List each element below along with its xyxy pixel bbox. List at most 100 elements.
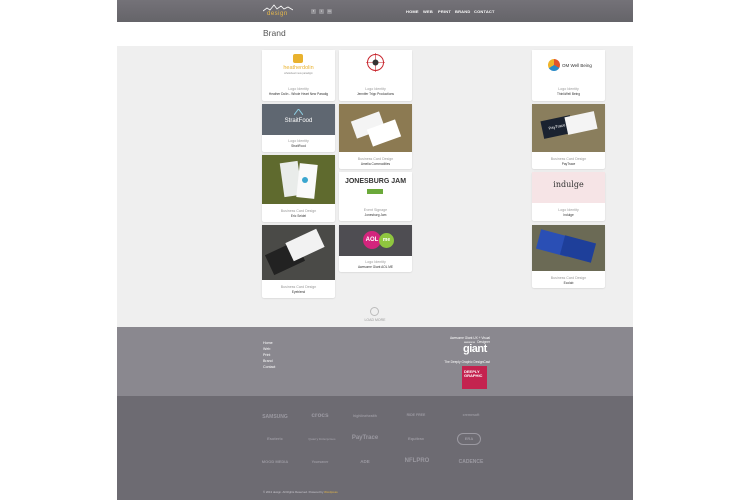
straitfood-logo-icon — [294, 109, 303, 115]
card-caption[interactable]: Event Signage — [339, 208, 412, 212]
footer-note: The Deeply Graphic DesignCast — [444, 360, 490, 364]
portfolio-card[interactable]: StraitFood Logo Identity StraitFood — [262, 104, 335, 152]
client-logo-cadence: CADENCE — [458, 459, 484, 465]
card-thumbnail[interactable]: heatherdolin wholeheart new paradigm — [262, 50, 335, 81]
footer-link-web[interactable]: Web — [263, 347, 270, 351]
nav-print[interactable]: PRINT — [438, 9, 451, 14]
card-subtitle[interactable]: Eric Seidel — [262, 214, 335, 218]
client-logo-quarry: Quarry Enterprises — [308, 437, 336, 441]
card-subtitle[interactable]: Ecolab — [532, 281, 605, 285]
footer-link-contact[interactable]: Contact — [263, 365, 275, 369]
client-logo-nflpro: NFLPRO — [404, 458, 430, 464]
card-caption[interactable]: Logo Identity — [532, 208, 605, 212]
facebook-icon[interactable]: f — [311, 9, 316, 14]
card-caption[interactable]: Business Card Design — [532, 276, 605, 280]
card-caption[interactable]: Logo Identity — [339, 87, 412, 91]
nav-web[interactable]: WEB — [423, 9, 433, 14]
card-thumbnail[interactable]: OM Well Being — [532, 50, 605, 81]
card-thumbnail[interactable]: indulge — [532, 172, 605, 203]
card-thumbnail[interactable] — [339, 104, 412, 152]
thumb-text: heatherdolin — [283, 65, 314, 71]
title-bar — [117, 22, 633, 46]
card-subtitle[interactable]: ThinkWell Being — [532, 92, 605, 96]
client-logo-equitrax: Equitrax — [407, 436, 424, 441]
nav-brand[interactable]: BRAND — [455, 9, 470, 14]
card-caption[interactable]: Business Card Design — [262, 285, 335, 289]
card-caption[interactable]: Business Card Design — [262, 209, 335, 213]
card-subtitle[interactable]: PayTrace — [532, 162, 605, 166]
footer-link-home[interactable]: Home — [263, 341, 273, 345]
client-logo-samsung: SAMSUNG — [262, 414, 288, 420]
card-subtitle[interactable]: Jennifer Tripp Productions — [339, 92, 412, 96]
site-header: design f t in HOME WEB PRINT BRAND CONTA… — [117, 0, 633, 22]
card-caption[interactable]: Business Card Design — [532, 157, 605, 161]
thumb-text: indulge — [553, 180, 584, 189]
card-thumbnail[interactable] — [532, 225, 605, 271]
card-thumbnail[interactable]: JONESBURG JAM — [339, 172, 412, 203]
card-subtitle[interactable]: Awesome Giant AOL ME — [339, 265, 412, 269]
nav-home[interactable]: HOME — [406, 9, 419, 14]
card-caption[interactable]: Logo Identity — [532, 87, 605, 91]
page: design f t in HOME WEB PRINT BRAND CONTA… — [117, 0, 633, 500]
card-subtitle[interactable]: Jonesburg Jam — [339, 213, 412, 217]
client-logo-era: ERA — [457, 433, 481, 445]
thumb-text: StraitFood — [284, 118, 313, 124]
deeply-graphic-logo[interactable]: DEEPLY GRAPHIC — [462, 366, 487, 389]
deeply-graphic-text: DEEPLY GRAPHIC — [464, 369, 483, 378]
card-subtitle[interactable]: Amelia Commodities — [339, 162, 412, 166]
giant-logo[interactable]: giant — [463, 343, 487, 355]
card-thumbnail[interactable]: StraitFood — [262, 104, 335, 135]
client-logo-ridefree: RIDE FREE — [406, 413, 426, 417]
portfolio-card[interactable]: PayTrace Business Card Design PayTrace — [532, 104, 605, 169]
thumb-text: JONESBURG JAM — [344, 178, 407, 185]
card-subtitle[interactable]: StraitFood — [262, 144, 335, 148]
page-title: Brand — [263, 28, 286, 38]
jtp-logo-icon — [366, 53, 385, 72]
load-more-icon[interactable] — [370, 307, 379, 316]
portfolio-card[interactable]: OM Well Being Logo Identity ThinkWell Be… — [532, 50, 605, 101]
thinkwell-logo-icon — [548, 59, 560, 71]
logo-text[interactable]: design — [267, 11, 288, 17]
card-caption[interactable]: Logo Identity — [339, 260, 412, 264]
card-thumbnail[interactable]: AOL me — [339, 225, 412, 256]
load-more-button[interactable]: LOAD MORE — [360, 318, 390, 322]
client-logo-cremesoft: cremesoft — [462, 413, 480, 417]
portfolio-card[interactable]: Business Card Design Eric Seidel — [262, 155, 335, 222]
client-logos — [117, 396, 633, 500]
client-logo-moodmedia: MOOD MEDIA — [261, 459, 289, 464]
portfolio-card[interactable]: JONESBURG JAM Event Signage Jonesburg Ja… — [339, 172, 412, 221]
client-logo-ade: ADE — [360, 459, 370, 464]
client-logo-esoteric: Esoteric — [267, 436, 283, 441]
card-caption[interactable]: Logo Identity — [262, 139, 335, 143]
card-subtitle[interactable]: Heather Dolin - Whole Heart New Paradig — [262, 92, 335, 96]
client-logo-crocs: crocs — [311, 412, 329, 419]
nav-contact[interactable]: CONTACT — [474, 9, 495, 14]
card-caption[interactable]: Logo Identity — [262, 87, 335, 91]
footer-link-print[interactable]: Print — [263, 353, 270, 357]
heather-logo-icon — [293, 54, 303, 63]
card-subtitle[interactable]: Indulge — [532, 213, 605, 217]
copyright-link[interactable]: Wordpress — [324, 490, 337, 494]
portfolio-card[interactable]: Logo Identity Jennifer Tripp Productions — [339, 50, 412, 101]
portfolio-card[interactable]: heatherdolin wholeheart new paradigm Log… — [262, 50, 335, 101]
portfolio-card[interactable]: Business Card Design Ecolab — [532, 225, 605, 288]
portfolio-card[interactable]: indulge Logo Identity Indulge — [532, 172, 605, 221]
card-subtitle[interactable]: Eyeblend — [262, 290, 335, 294]
portfolio-card[interactable]: Business Card Design Eyeblend — [262, 225, 335, 298]
card-thumbnail[interactable] — [339, 50, 412, 81]
portfolio-card[interactable]: Business Card Design Amelia Commodities — [339, 104, 412, 169]
portfolio-card[interactable]: AOL me Logo Identity Awesome Giant AOL M… — [339, 225, 412, 272]
card-mark-icon — [302, 177, 308, 183]
twitter-icon[interactable]: t — [319, 9, 324, 14]
card-thumbnail[interactable] — [262, 155, 335, 204]
card-caption[interactable]: Business Card Design — [339, 157, 412, 161]
copyright: © 2013 design. All Rights Reserved. Powe… — [263, 490, 338, 494]
footer — [117, 327, 633, 396]
client-logo-highline: highlinehealth — [353, 414, 377, 418]
thumb-subtext: wholeheart new paradigm — [284, 72, 313, 75]
footer-link-brand[interactable]: Brand — [263, 359, 273, 363]
card-thumbnail[interactable] — [262, 225, 335, 280]
linkedin-icon[interactable]: in — [327, 9, 332, 14]
card-thumbnail[interactable]: PayTrace — [532, 104, 605, 152]
client-logo-yoursaver: Yoursaver — [311, 460, 329, 464]
